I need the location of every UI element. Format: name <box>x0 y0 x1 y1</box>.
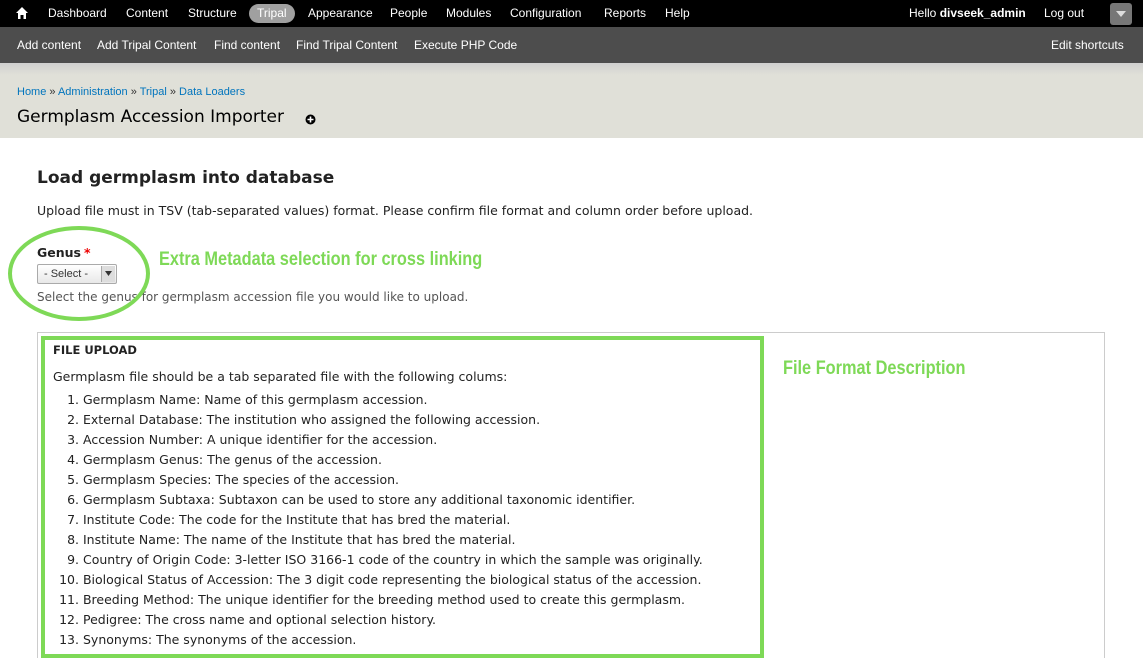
list-item: 6. Germplasm Subtaxa: Subtaxon can be us… <box>53 490 753 510</box>
list-item-text: Germplasm Subtaxa: Subtaxon can be used … <box>82 492 636 507</box>
list-item: 2. External Database: The institution wh… <box>53 410 753 430</box>
list-item-text: External Database: The institution who a… <box>82 412 541 427</box>
breadcrumb-data-loaders[interactable]: Data Loaders <box>179 86 245 98</box>
home-icon[interactable] <box>15 6 29 20</box>
list-item-text: Synonyms: The synonyms of the accession. <box>82 632 357 647</box>
admin-toolbar: Dashboard Content Structure Tripal Appea… <box>0 0 1143 27</box>
list-item-text: Accession Number: A unique identifier fo… <box>82 432 438 447</box>
list-item-number: 9. <box>67 552 79 567</box>
annotation-metadata: Extra Metadata selection for cross linki… <box>159 249 483 270</box>
list-item-text: Institute Code: The code for the Institu… <box>82 512 511 527</box>
toolbar-item-help[interactable]: Help <box>665 0 690 27</box>
list-item-text: Germplasm Species: The species of the ac… <box>82 472 400 487</box>
shortcut-execute-php[interactable]: Execute PHP Code <box>414 27 517 63</box>
toolbar-item-content[interactable]: Content <box>126 0 168 27</box>
list-item-number: 10. <box>59 572 79 587</box>
list-item: 8. Institute Name: The name of the Insti… <box>53 530 753 550</box>
list-item-text: Country of Origin Code: 3-letter ISO 316… <box>82 552 703 567</box>
add-shortcut-icon[interactable] <box>305 114 316 125</box>
page-title: Germplasm Accession Importer <box>17 107 285 127</box>
list-item-number: 1. <box>67 392 79 407</box>
list-item-number: 6. <box>67 492 79 507</box>
toolbar-item-tripal[interactable]: Tripal <box>249 4 295 23</box>
list-item-number: 8. <box>67 532 79 547</box>
file-upload-intro: Germplasm file should be a tab separated… <box>53 369 508 384</box>
shortcut-find-tripal-content[interactable]: Find Tripal Content <box>296 27 397 63</box>
annotation-ellipse <box>8 226 150 321</box>
user-greeting: Hello divseek_admin <box>909 6 1026 20</box>
list-item-text: Pedigree: The cross name and optional se… <box>82 612 437 627</box>
toolbar-item-people[interactable]: People <box>390 0 427 27</box>
list-item-text: Germplasm Name: Name of this germplasm a… <box>82 392 428 407</box>
shortcut-find-content[interactable]: Find content <box>214 27 280 63</box>
list-item-number: 2. <box>67 412 79 427</box>
shortcut-add-tripal-content[interactable]: Add Tripal Content <box>97 27 196 63</box>
logout-link[interactable]: Log out <box>1044 0 1084 27</box>
breadcrumb-administration[interactable]: Administration <box>58 86 128 98</box>
list-item: 7. Institute Code: The code for the Inst… <box>53 510 753 530</box>
username[interactable]: divseek_admin <box>940 6 1026 20</box>
list-item-text: Germplasm Genus: The genus of the access… <box>82 452 382 467</box>
list-item-number: 3. <box>67 432 79 447</box>
toolbar-item-structure[interactable]: Structure <box>188 0 237 27</box>
file-upload-title: FILE UPLOAD <box>53 343 137 357</box>
shortcuts-toggle-button[interactable] <box>1110 3 1132 25</box>
column-list: 1. Germplasm Name: Name of this germplas… <box>53 390 753 650</box>
list-item: 5. Germplasm Species: The species of the… <box>53 470 753 490</box>
list-item-number: 5. <box>67 472 79 487</box>
list-item-number: 12. <box>59 612 79 627</box>
toolbar-item-modules[interactable]: Modules <box>446 0 491 27</box>
list-item: 10. Biological Status of Accession: The … <box>53 570 753 590</box>
list-item: 1. Germplasm Name: Name of this germplas… <box>53 390 753 410</box>
list-item-text: Biological Status of Accession: The 3 di… <box>82 572 702 587</box>
breadcrumb: Home » Administration » Tripal » Data Lo… <box>17 86 246 98</box>
page-header: Home » Administration » Tripal » Data Lo… <box>0 63 1143 138</box>
toolbar-item-reports[interactable]: Reports <box>604 0 646 27</box>
list-item: 13. Synonyms: The synonyms of the access… <box>53 630 753 650</box>
breadcrumb-home[interactable]: Home <box>17 86 46 98</box>
toolbar-item-appearance[interactable]: Appearance <box>308 0 373 27</box>
form-intro: Upload file must in TSV (tab-separated v… <box>37 203 754 218</box>
list-item: 12. Pedigree: The cross name and optiona… <box>53 610 753 630</box>
section-title: Load germplasm into database <box>37 168 335 188</box>
list-item: 9. Country of Origin Code: 3-letter ISO … <box>53 550 753 570</box>
list-item-number: 7. <box>67 512 79 527</box>
list-item-number: 4. <box>67 452 79 467</box>
breadcrumb-tripal[interactable]: Tripal <box>140 86 167 98</box>
annotation-file-format: File Format Description <box>783 358 966 379</box>
edit-shortcuts-link[interactable]: Edit shortcuts <box>1051 27 1124 63</box>
chevron-down-icon <box>1116 11 1126 17</box>
list-item: 4. Germplasm Genus: The genus of the acc… <box>53 450 753 470</box>
toolbar-item-configuration[interactable]: Configuration <box>510 0 581 27</box>
list-item-number: 11. <box>59 592 79 607</box>
shortcut-add-content[interactable]: Add content <box>17 27 81 63</box>
shortcuts-bar: Add content Add Tripal Content Find cont… <box>0 27 1143 63</box>
list-item-number: 13. <box>59 632 79 647</box>
list-item-text: Institute Name: The name of the Institut… <box>82 532 516 547</box>
list-item: 3. Accession Number: A unique identifier… <box>53 430 753 450</box>
toolbar-item-dashboard[interactable]: Dashboard <box>48 0 107 27</box>
list-item: 11. Breeding Method: The unique identifi… <box>53 590 753 610</box>
list-item-text: Breeding Method: The unique identifier f… <box>82 592 685 607</box>
